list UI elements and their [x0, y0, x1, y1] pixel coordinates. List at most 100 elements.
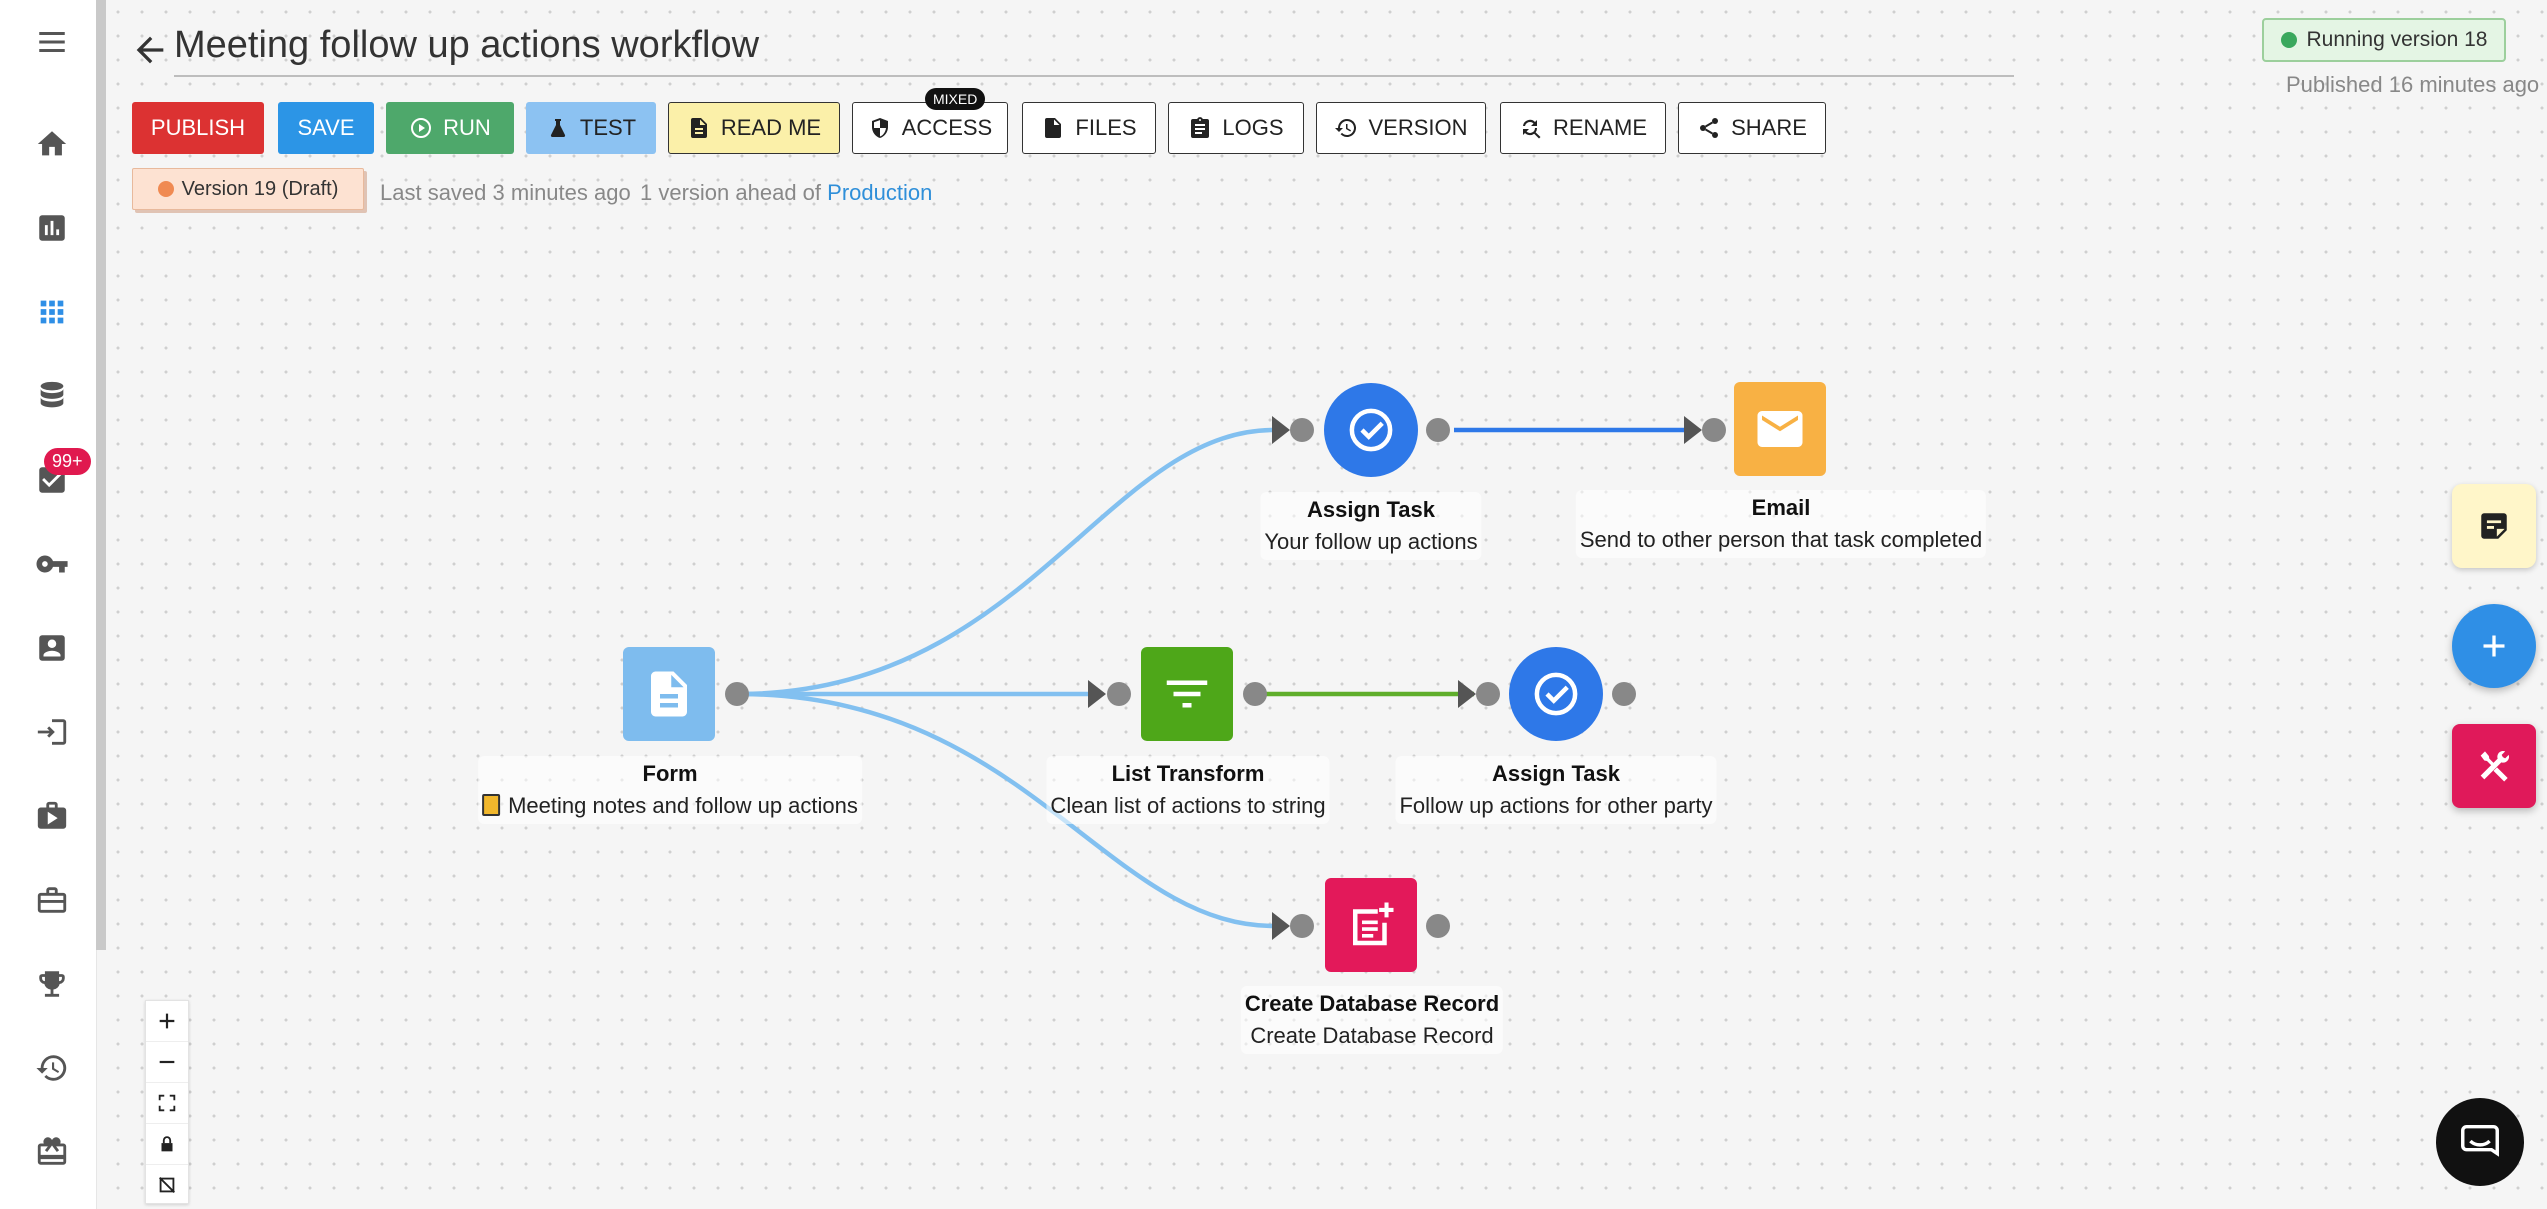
arrowhead — [1272, 912, 1290, 940]
version-chip-label: Version 19 (Draft) — [181, 177, 339, 200]
home-icon[interactable] — [30, 122, 74, 166]
publish-label: PUBLISH — [150, 115, 246, 140]
published-time: Published 16 minutes ago — [2286, 72, 2540, 97]
analytics-icon[interactable] — [30, 206, 74, 250]
video-case-icon[interactable] — [30, 794, 74, 838]
sidebar: 99+ — [0, 0, 97, 1209]
readme-label: READ ME — [720, 115, 822, 140]
version-chip[interactable]: Version 19 (Draft) — [132, 168, 364, 210]
node-subtitle: Your follow up actions — [1264, 529, 1478, 554]
status-dot — [2280, 32, 2297, 48]
readme-button[interactable]: READ ME — [668, 102, 840, 154]
node-title: Assign Task — [1307, 497, 1435, 522]
menu-icon[interactable] — [30, 20, 74, 64]
port — [1290, 418, 1314, 442]
tools-button[interactable] — [2452, 724, 2536, 808]
flask-icon — [550, 119, 565, 137]
gift-icon[interactable] — [30, 1130, 74, 1174]
canvas-controls — [145, 1000, 189, 1204]
play-circle-icon — [411, 118, 432, 138]
port — [725, 682, 749, 706]
zoom-out-icon[interactable] — [146, 1042, 188, 1083]
form-tag-icon — [482, 794, 501, 816]
access-button[interactable]: ACCESS — [852, 102, 1008, 154]
last-saved-text: Last saved 3 minutes ago — [380, 180, 631, 205]
version-button[interactable]: VERSION — [1316, 102, 1486, 154]
fit-view-icon[interactable] — [146, 1083, 188, 1124]
logs-label: LOGS — [1222, 115, 1284, 140]
run-label: RUN — [443, 115, 491, 140]
node-title: List Transform — [1111, 761, 1265, 786]
notes-button[interactable] — [2452, 484, 2536, 568]
node-title: Form — [642, 761, 698, 786]
contact-card-icon[interactable] — [30, 626, 74, 670]
production-link[interactable]: Production — [827, 180, 932, 205]
test-button[interactable]: TEST — [526, 102, 656, 154]
files-button[interactable]: FILES — [1022, 102, 1156, 154]
back-arrow-icon[interactable] — [130, 30, 170, 70]
apps-grid-icon[interactable] — [30, 290, 74, 334]
assign-task-node-label: Assign Task Follow up actions for other … — [1395, 756, 1717, 824]
sticky-note-icon — [2481, 513, 2507, 539]
port — [1107, 682, 1131, 706]
key-icon[interactable] — [30, 542, 74, 586]
file-icon — [1045, 118, 1062, 138]
arrowhead — [1458, 680, 1476, 708]
login-icon[interactable] — [30, 710, 74, 754]
assign-task-node[interactable] — [1324, 383, 1418, 477]
create-database-record-node[interactable] — [1325, 878, 1417, 972]
page-title[interactable]: Meeting follow up actions workflow — [174, 24, 2014, 77]
publish-button[interactable]: PUBLISH — [132, 102, 264, 154]
share-icon — [1700, 118, 1719, 138]
lock-icon[interactable] — [146, 1124, 188, 1165]
rename-button[interactable]: RENAME — [1500, 102, 1666, 154]
create-database-record-node-label: Create Database Record Create Database R… — [1240, 986, 1504, 1054]
node-subtitle-text: Meeting notes and follow up actions — [508, 793, 858, 818]
version-ahead-text: 1 version ahead of Production — [640, 180, 932, 206]
database-icon[interactable] — [30, 374, 74, 418]
sidebar-scrollbar[interactable] — [96, 0, 106, 950]
port — [1702, 418, 1726, 442]
note-add-icon — [1353, 902, 1394, 946]
assign-task-node-label: Assign Task Your follow up actions — [1260, 492, 1482, 560]
arrowhead — [1272, 416, 1290, 444]
briefcase-icon[interactable] — [30, 878, 74, 922]
port — [1476, 682, 1500, 706]
access-label: ACCESS — [901, 115, 993, 140]
share-button[interactable]: SHARE — [1678, 102, 1826, 154]
assign-task-node[interactable] — [1509, 647, 1603, 741]
find-replace-icon — [1522, 119, 1541, 139]
rename-label: RENAME — [1552, 115, 1648, 140]
hide-minimap-icon[interactable] — [146, 1165, 188, 1205]
history-icon[interactable] — [30, 1046, 74, 1090]
form-node-label: Form Meeting notes and follow up actions — [478, 756, 862, 824]
chat-icon — [2461, 1124, 2499, 1157]
form-node[interactable] — [623, 647, 715, 741]
zoom-in-icon[interactable] — [146, 1001, 188, 1042]
port — [1426, 914, 1450, 938]
document-icon — [690, 118, 707, 138]
node-title: Email — [1751, 495, 1811, 520]
add-node-button[interactable] — [2452, 604, 2536, 688]
running-version-badge[interactable]: Running version 18 — [2262, 18, 2506, 62]
trophy-icon[interactable] — [30, 962, 74, 1006]
save-button[interactable]: SAVE — [278, 102, 374, 154]
mail-icon — [1757, 411, 1803, 447]
save-label: SAVE — [297, 115, 355, 140]
arrowhead — [1088, 680, 1106, 708]
chat-support-button[interactable] — [2436, 1098, 2524, 1186]
draft-dot — [157, 181, 174, 197]
check-circle-icon — [1534, 672, 1578, 716]
ahead-label: 1 version ahead of — [640, 180, 822, 205]
filter-icon — [1166, 680, 1208, 708]
history-icon — [1335, 118, 1357, 137]
node-subtitle: Create Database Record — [1250, 1023, 1494, 1048]
tasks-badge: 99+ — [44, 448, 91, 475]
email-node[interactable] — [1734, 382, 1826, 476]
run-button[interactable]: RUN — [386, 102, 514, 154]
list-transform-node[interactable] — [1141, 647, 1233, 741]
node-title: Create Database Record — [1244, 991, 1500, 1016]
logs-button[interactable]: LOGS — [1168, 102, 1304, 154]
node-subtitle: Meeting notes and follow up actions — [482, 790, 858, 822]
clipboard-icon — [1191, 117, 1210, 138]
